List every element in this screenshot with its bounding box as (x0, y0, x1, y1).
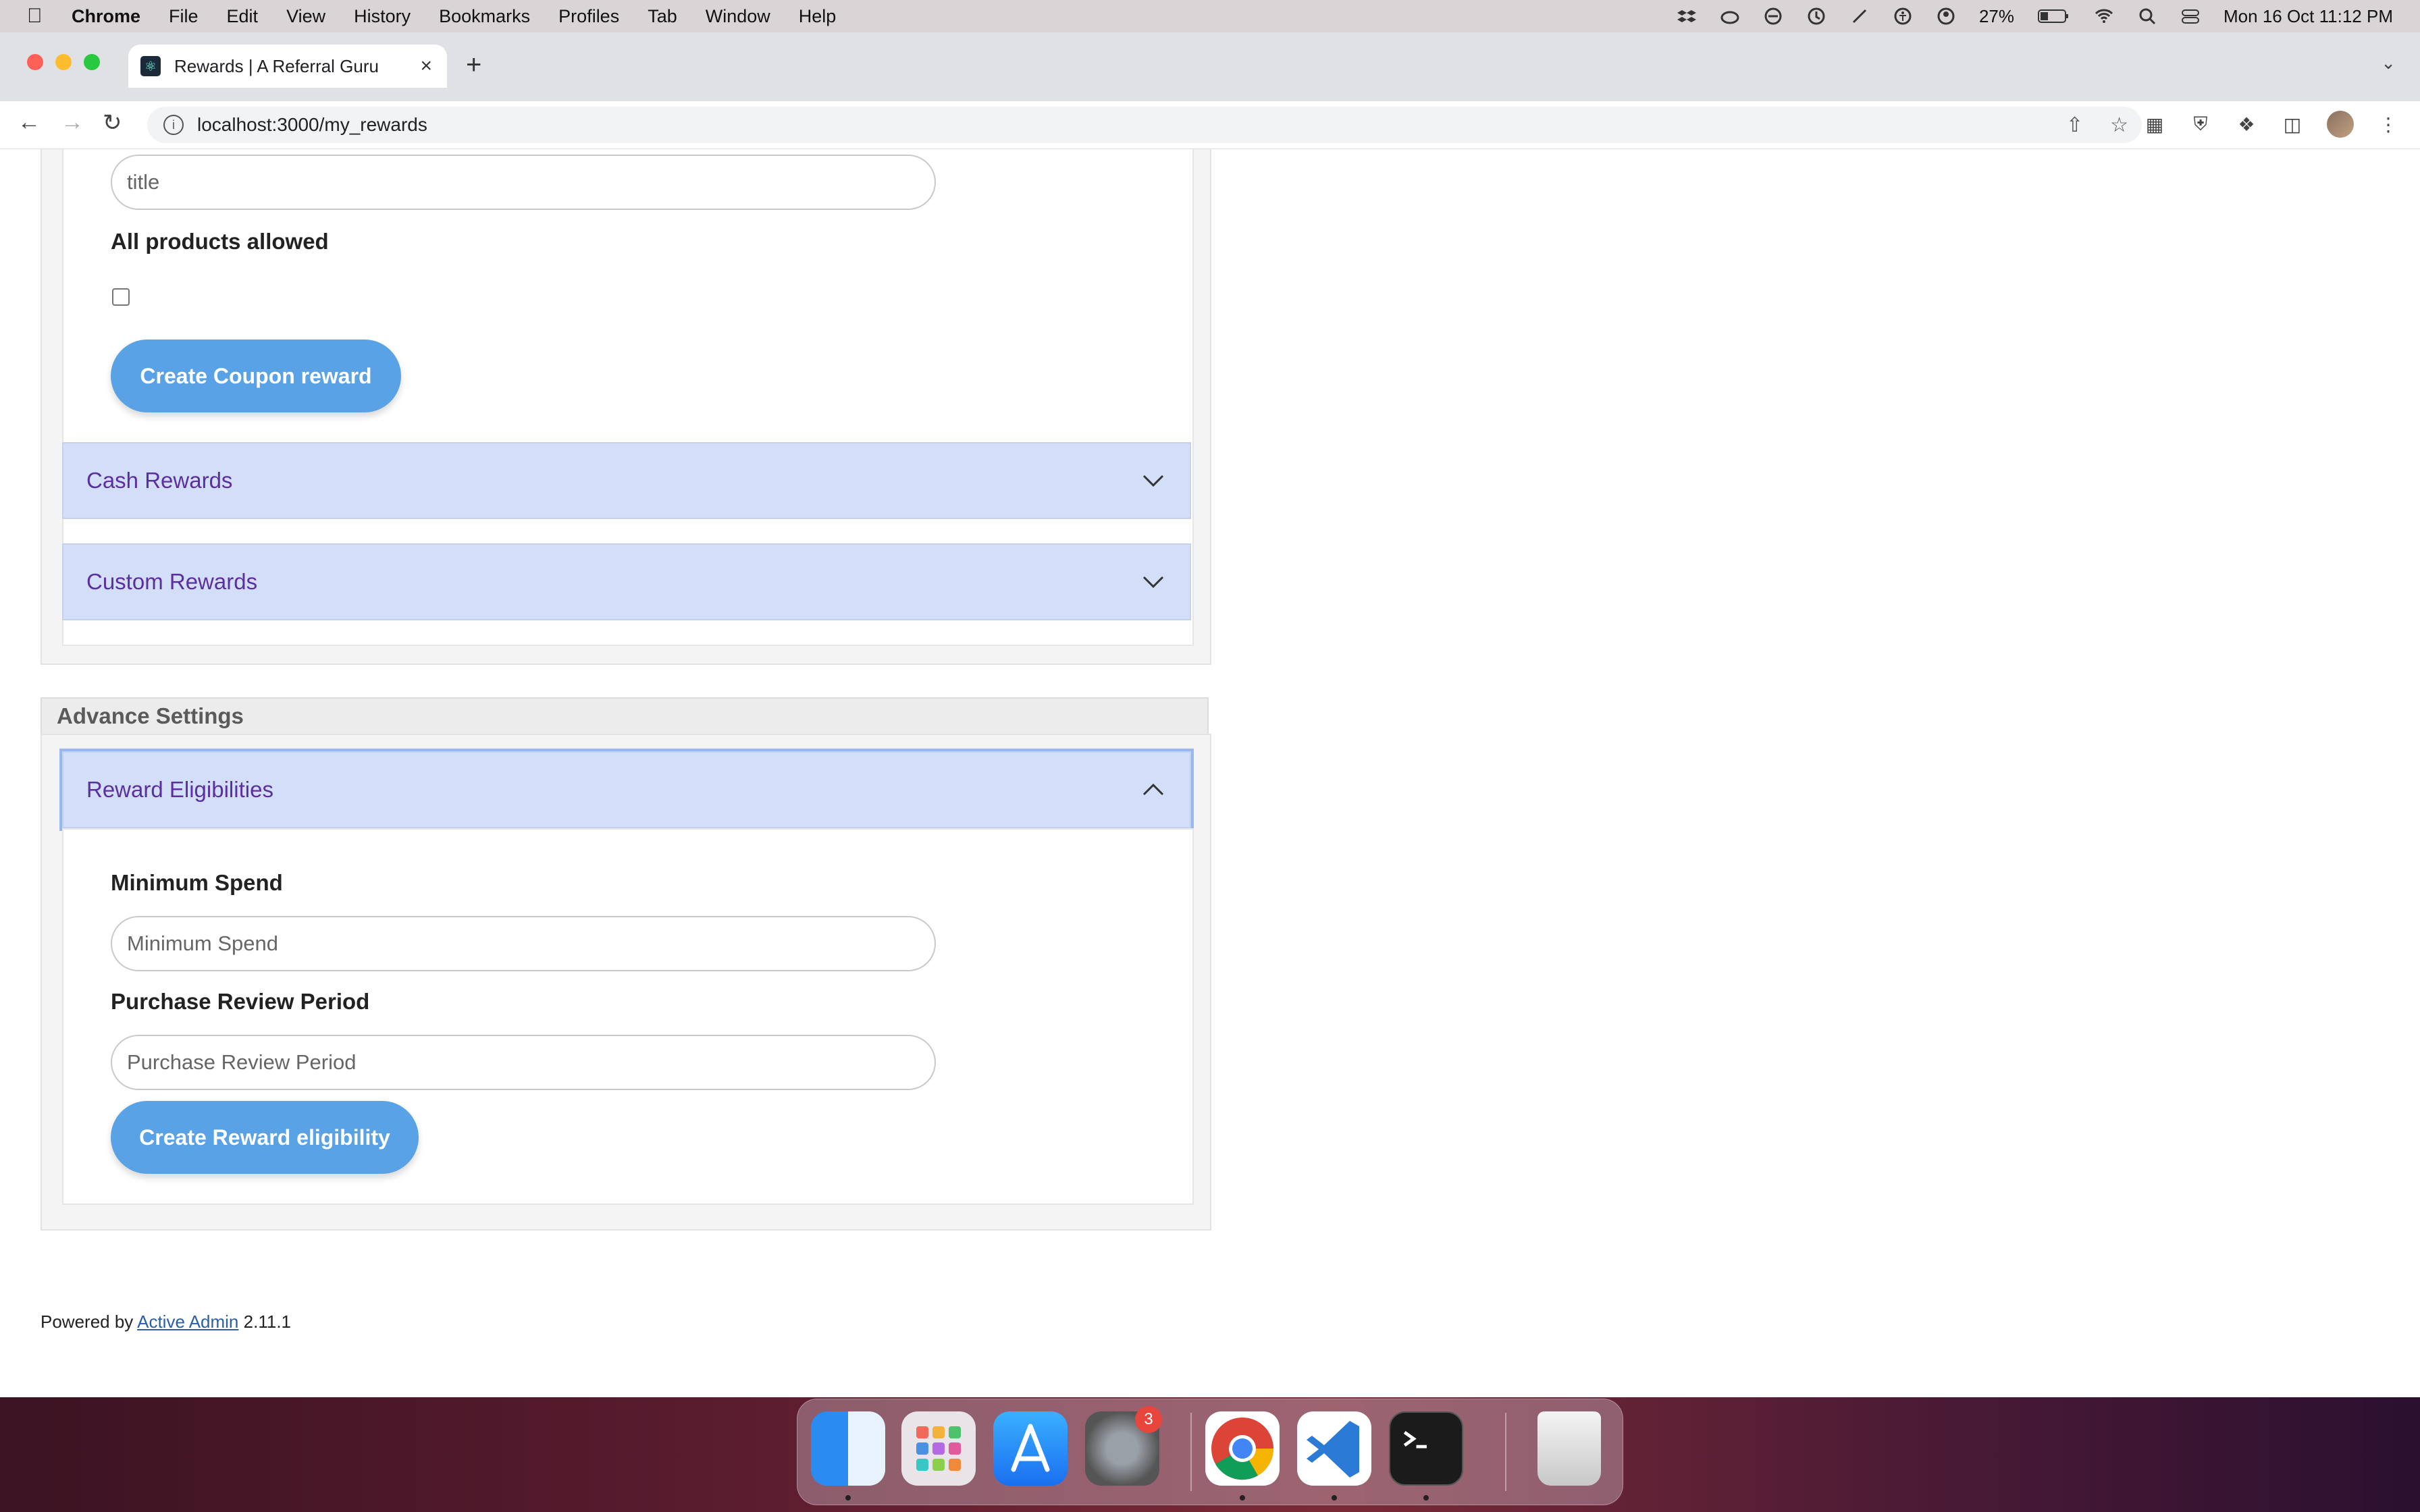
finder-icon[interactable] (811, 1411, 885, 1486)
wifi-icon[interactable] (2094, 6, 2114, 26)
macos-dock: 3 (797, 1399, 1623, 1505)
menu-file[interactable]: File (169, 6, 199, 27)
advance-settings-panel: Reward Eligibilities Minimum Spend Purch… (41, 734, 1211, 1231)
pen-icon[interactable] (1849, 6, 1870, 26)
chevron-up-icon (1142, 783, 1164, 796)
menu-bookmarks[interactable]: Bookmarks (439, 6, 530, 27)
rewards-panel: All products allowed Create Coupon rewar… (41, 149, 1211, 665)
purchase-review-period-label: Purchase Review Period (111, 989, 370, 1014)
macos-menu-bar:  Chrome File Edit View History Bookmark… (0, 0, 2420, 32)
back-arrow-icon[interactable]: ← (18, 109, 41, 136)
creative-cloud-icon[interactable] (1720, 6, 1740, 26)
coupon-title-input[interactable] (111, 155, 936, 210)
menu-window[interactable]: Window (706, 6, 770, 27)
cash-rewards-label: Cash Rewards (86, 468, 233, 493)
browser-tab-active[interactable]: ⚛ Rewards | A Referral Guru × (128, 45, 447, 88)
chevron-down-icon (1142, 576, 1164, 589)
page-footer: Powered by Active Admin 2.11.1 (41, 1312, 291, 1332)
battery-percent: 27% (1978, 5, 2015, 26)
app-store-icon[interactable] (993, 1411, 1068, 1486)
advance-settings-title: Advance Settings (57, 703, 244, 728)
apple-menu-icon[interactable]:  (27, 5, 47, 28)
profile-avatar[interactable] (2327, 111, 2354, 138)
cash-rewards-accordion[interactable]: Cash Rewards (62, 442, 1191, 519)
spotlight-search-icon[interactable] (2137, 6, 2157, 26)
vscode-icon[interactable] (1297, 1411, 1371, 1486)
url-host: localhost (197, 114, 272, 135)
chevron-down-icon (1142, 475, 1164, 487)
launchpad-icon[interactable] (901, 1411, 976, 1486)
reward-eligibilities-accordion[interactable]: Reward Eligibilities (59, 749, 1194, 831)
all-products-label: All products allowed (111, 229, 329, 254)
menu-history[interactable]: History (354, 6, 411, 27)
user-icon[interactable] (1936, 6, 1956, 26)
window-close-button[interactable] (27, 54, 43, 70)
advance-settings-header: Advance Settings (41, 697, 1209, 735)
menu-view[interactable]: View (286, 6, 325, 27)
address-bar[interactable]: i localhost:3000/my_rewards ⇧ ☆ (147, 107, 2142, 143)
forward-arrow-icon[interactable]: → (61, 109, 84, 136)
qr-code-icon[interactable]: ▦ (2143, 113, 2166, 136)
all-products-checkbox[interactable] (112, 288, 130, 306)
web-page: All products allowed Create Coupon rewar… (0, 149, 2420, 1397)
tab-close-icon[interactable]: × (420, 55, 432, 78)
shield-extension-icon[interactable]: ⛨ (2189, 113, 2212, 136)
custom-rewards-label: Custom Rewards (86, 569, 258, 594)
site-info-icon[interactable]: i (163, 115, 184, 135)
create-coupon-reward-button[interactable]: Create Coupon reward (111, 340, 401, 412)
side-panel-icon[interactable]: ◫ (2281, 113, 2304, 136)
tab-title: Rewards | A Referral Guru (174, 55, 379, 76)
footer-prefix: Powered by (41, 1312, 134, 1332)
battery-icon[interactable] (2037, 6, 2071, 26)
reward-eligibilities-body: Minimum Spend Purchase Review Period Cre… (62, 828, 1194, 1205)
menu-app-name[interactable]: Chrome (72, 6, 140, 27)
browser-toolbar: ← → ↻ i localhost:3000/my_rewards ⇧ ☆ ▦ … (0, 101, 2420, 149)
extensions-puzzle-icon[interactable]: ❖ (2235, 113, 2258, 136)
url-path: :3000/my_rewards (271, 114, 427, 135)
accessibility-icon[interactable] (1893, 6, 1913, 26)
tab-search-chevron-icon[interactable]: ⌄ (2381, 53, 2396, 74)
menu-help[interactable]: Help (799, 6, 837, 27)
footer-version: 2.11.1 (243, 1312, 291, 1332)
sync-icon[interactable] (1763, 6, 1783, 26)
active-admin-link[interactable]: Active Admin (137, 1312, 238, 1332)
control-center-icon[interactable] (2180, 6, 2201, 26)
trash-icon[interactable] (1537, 1411, 1601, 1486)
vscode-running-dot (1332, 1495, 1337, 1501)
settings-notification-badge: 3 (1135, 1406, 1162, 1433)
share-icon[interactable]: ⇧ (2066, 113, 2083, 137)
terminal-icon[interactable] (1389, 1411, 1463, 1486)
reward-eligibilities-label: Reward Eligibilities (86, 777, 273, 802)
menu-edit[interactable]: Edit (227, 6, 259, 27)
terminal-running-dot (1423, 1495, 1429, 1501)
purchase-review-period-input[interactable] (111, 1035, 936, 1090)
dock-separator (1505, 1413, 1506, 1491)
custom-rewards-accordion[interactable]: Custom Rewards (62, 543, 1191, 620)
window-minimize-button[interactable] (55, 54, 72, 70)
new-tab-icon[interactable]: + (466, 50, 481, 80)
chrome-icon[interactable] (1205, 1411, 1280, 1486)
minimum-spend-input[interactable] (111, 916, 936, 971)
url-text: localhost:3000/my_rewards (197, 114, 427, 136)
menu-clock[interactable]: Mon 16 Oct 11:12 PM (2224, 6, 2393, 27)
time-machine-icon[interactable] (1806, 6, 1826, 26)
create-reward-eligibility-button[interactable]: Create Reward eligibility (111, 1101, 419, 1174)
menu-profiles[interactable]: Profiles (558, 6, 619, 27)
minimum-spend-label: Minimum Spend (111, 870, 283, 895)
finder-running-dot (845, 1495, 851, 1501)
menu-tab[interactable]: Tab (648, 6, 677, 27)
dock-separator (1190, 1413, 1192, 1491)
react-favicon-icon: ⚛ (140, 56, 161, 76)
reload-icon[interactable]: ↻ (103, 109, 122, 136)
bookmark-star-icon[interactable]: ☆ (2110, 113, 2128, 137)
window-zoom-button[interactable] (84, 54, 100, 70)
dropbox-icon[interactable] (1677, 6, 1697, 26)
kebab-menu-icon[interactable]: ⋮ (2377, 113, 2400, 136)
chrome-running-dot (1240, 1495, 1245, 1501)
